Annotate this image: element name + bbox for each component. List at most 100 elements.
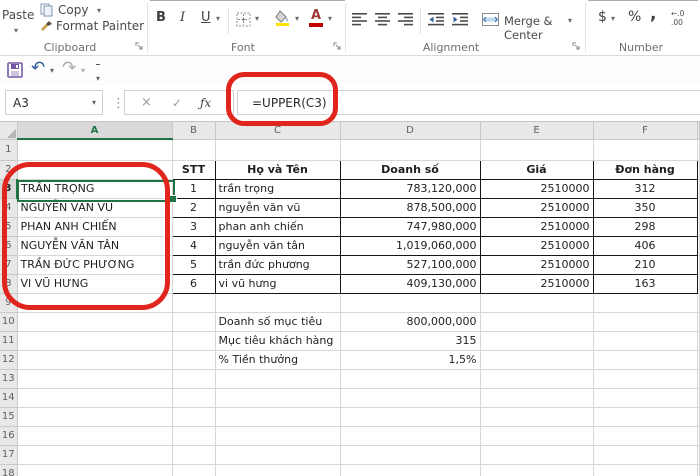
cell-A1[interactable]: [17, 139, 173, 161]
cell-A13[interactable]: [17, 369, 173, 389]
cell-E1[interactable]: [480, 139, 594, 161]
enter-button[interactable]: ✓: [172, 96, 182, 110]
cell-D2[interactable]: Doanh số: [339, 159, 481, 180]
cell-G18[interactable]: [697, 464, 700, 476]
redo-icon[interactable]: ↷: [62, 60, 76, 77]
cell-G11[interactable]: [697, 331, 700, 351]
cell-G15[interactable]: [697, 407, 700, 427]
row-header-11[interactable]: 11: [0, 331, 18, 351]
cell-B2[interactable]: STT: [171, 159, 216, 180]
cell-A17[interactable]: [17, 445, 173, 465]
cell-B13[interactable]: [172, 369, 216, 389]
copy-button[interactable]: Copy: [58, 3, 88, 17]
undo-icon[interactable]: ↶: [31, 60, 45, 77]
cell-F1[interactable]: [593, 139, 698, 161]
increase-decimal-button[interactable]: ←.0 .00: [671, 9, 684, 27]
cell-F14[interactable]: [593, 388, 698, 408]
row-header-13[interactable]: 13: [0, 369, 18, 389]
redo-dropdown[interactable]: ▾: [81, 67, 85, 75]
cell-E6[interactable]: 2510000: [479, 235, 594, 256]
cell-A5[interactable]: PHAN ANH CHIẾN: [17, 217, 173, 237]
row-header-12[interactable]: 12: [0, 350, 18, 370]
cell-E14[interactable]: [480, 388, 594, 408]
borders-icon[interactable]: [236, 12, 251, 27]
cell-C1[interactable]: [215, 139, 341, 161]
cell-C15[interactable]: [215, 407, 341, 427]
cell-C5[interactable]: phan anh chiến: [214, 216, 341, 237]
paste-dropdown[interactable]: ▾: [14, 27, 18, 35]
cell-B7[interactable]: 5: [171, 254, 216, 275]
cell-G1[interactable]: [697, 139, 700, 161]
cell-G5[interactable]: [697, 217, 700, 237]
cell-B11[interactable]: [172, 331, 216, 351]
cell-A15[interactable]: [17, 407, 173, 427]
row-header-14[interactable]: 14: [0, 388, 18, 408]
cell-B8[interactable]: 6: [171, 273, 216, 294]
merge-center-icon[interactable]: [482, 13, 499, 26]
borders-dropdown[interactable]: ▾: [255, 15, 259, 23]
cell-A18[interactable]: [17, 464, 173, 476]
row-header-3[interactable]: 3: [0, 179, 18, 199]
format-painter-button[interactable]: Format Painter: [56, 19, 144, 33]
row-header-10[interactable]: 10: [0, 312, 18, 332]
cell-E5[interactable]: 2510000: [479, 216, 594, 237]
cell-F15[interactable]: [593, 407, 698, 427]
cell-F6[interactable]: 406: [592, 235, 698, 256]
cell-G10[interactable]: [697, 312, 700, 332]
cell-G14[interactable]: [697, 388, 700, 408]
clipboard-dialog-launcher[interactable]: [135, 42, 144, 51]
fill-handle[interactable]: [169, 195, 177, 203]
column-header-G[interactable]: [697, 122, 700, 140]
bold-button[interactable]: B: [156, 11, 166, 24]
cell-C18[interactable]: [215, 464, 341, 476]
row-header-16[interactable]: 16: [0, 426, 18, 446]
cell-B15[interactable]: [172, 407, 216, 427]
cell-A3[interactable]: TRẦN TRỌNG: [17, 179, 173, 199]
cell-B18[interactable]: [172, 464, 216, 476]
cell-G3[interactable]: [697, 179, 700, 199]
align-center-icon[interactable]: [375, 13, 390, 26]
cell-D18[interactable]: [340, 464, 481, 476]
cell-A7[interactable]: TRẦN ĐỨC PHƯƠNG: [17, 255, 173, 275]
cell-C8[interactable]: vi vũ hưng: [214, 273, 341, 294]
copy-icon[interactable]: [40, 3, 54, 17]
insert-function-button[interactable]: ƒx: [200, 96, 211, 110]
font-dialog-launcher[interactable]: [333, 42, 342, 51]
cell-D16[interactable]: [340, 426, 481, 446]
italic-button[interactable]: I: [180, 11, 185, 24]
name-box-dropdown[interactable]: ▾: [92, 98, 96, 107]
row-header-9[interactable]: 9: [0, 293, 18, 313]
cell-F11[interactable]: [593, 331, 698, 351]
cell-G17[interactable]: [697, 445, 700, 465]
formula-input[interactable]: =UPPER(C3): [237, 90, 700, 115]
cell-B17[interactable]: [172, 445, 216, 465]
cell-E10[interactable]: [480, 312, 594, 332]
underline-dropdown[interactable]: ▾: [216, 15, 220, 23]
comma-button[interactable]: ,: [650, 6, 656, 23]
cell-D1[interactable]: [340, 139, 481, 161]
cell-C17[interactable]: [215, 445, 341, 465]
cell-G8[interactable]: [697, 274, 700, 294]
row-header-8[interactable]: 8: [0, 274, 18, 294]
cell-F5[interactable]: 298: [592, 216, 698, 237]
cell-A11[interactable]: [17, 331, 173, 351]
cell-C14[interactable]: [215, 388, 341, 408]
cell-B10[interactable]: [172, 312, 216, 332]
cell-E16[interactable]: [480, 426, 594, 446]
cell-G7[interactable]: [697, 255, 700, 275]
fill-color-dropdown[interactable]: ▾: [295, 15, 299, 23]
cell-B3[interactable]: 1: [171, 178, 216, 199]
align-left-icon[interactable]: [352, 13, 367, 26]
cell-C11[interactable]: Mục tiêu khách hàng: [215, 331, 341, 351]
cell-C12[interactable]: % Tiền thưởng: [215, 350, 341, 370]
cell-D12[interactable]: 1,5%: [340, 350, 481, 370]
cell-F12[interactable]: [593, 350, 698, 370]
cell-A2[interactable]: [17, 160, 173, 180]
cell-D4[interactable]: 878,500,000: [339, 197, 481, 218]
cell-C3[interactable]: trần trọng: [214, 178, 341, 199]
cell-G13[interactable]: [697, 369, 700, 389]
copy-dropdown[interactable]: ▾: [97, 7, 101, 15]
cell-B1[interactable]: [172, 139, 216, 161]
fill-color-icon[interactable]: [274, 9, 292, 27]
currency-button[interactable]: $: [598, 10, 607, 24]
